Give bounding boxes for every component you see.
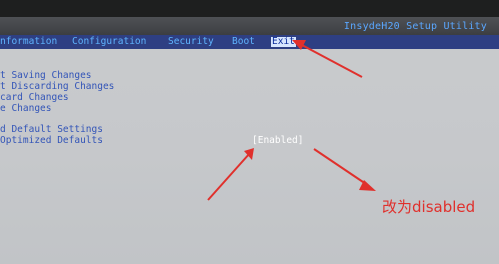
arrow-to-exit-tab — [292, 40, 363, 78]
arrow-to-annotation — [313, 148, 376, 191]
arrow-to-enabled-value — [207, 148, 254, 201]
annotation-arrows — [207, 40, 376, 201]
annotation-label: 改为disabled — [382, 198, 476, 216]
